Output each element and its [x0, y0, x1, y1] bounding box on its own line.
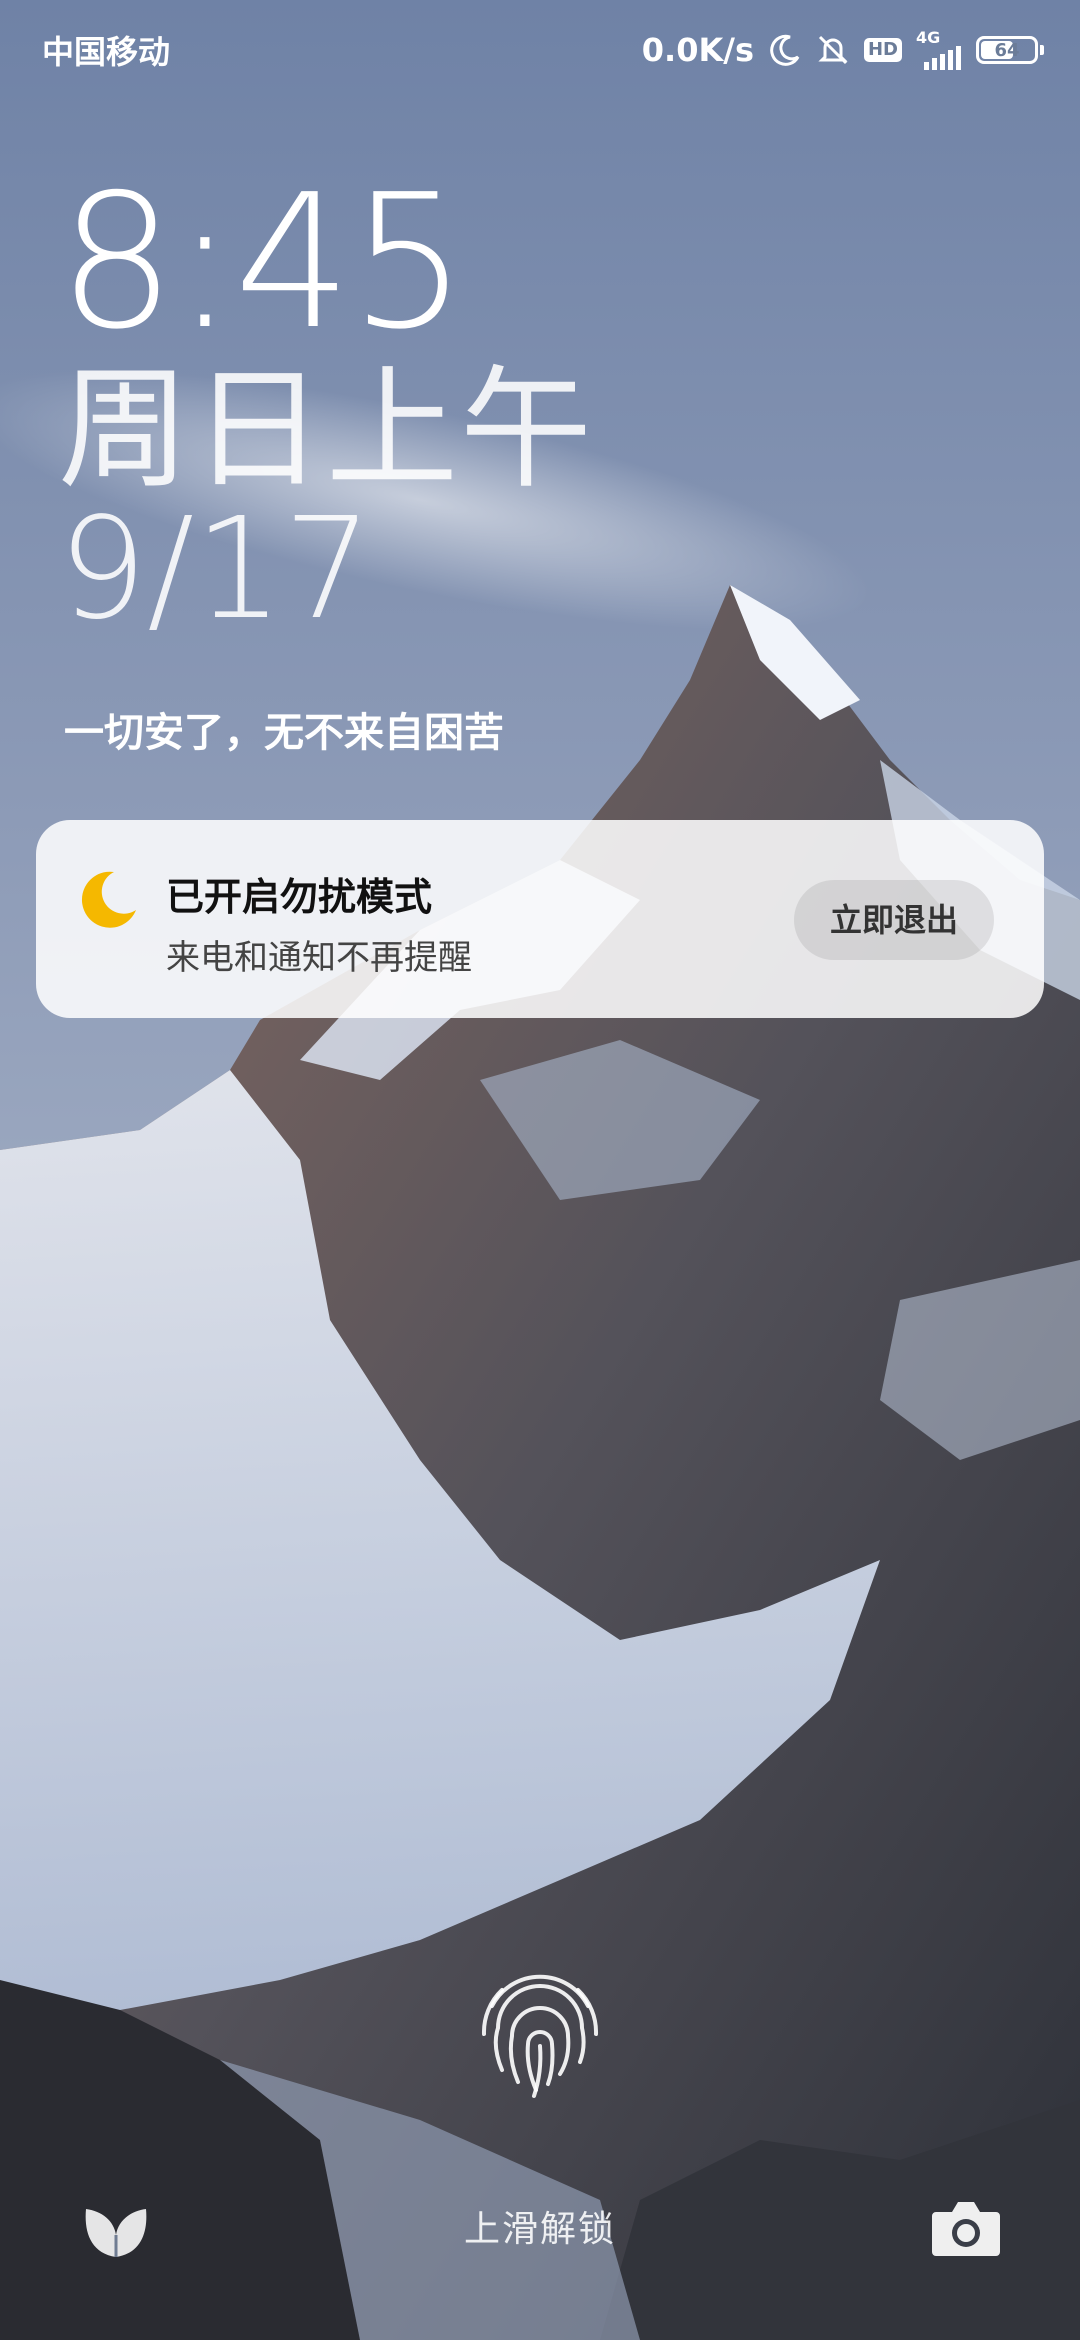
- unlock-hint: 上滑解锁: [463, 2209, 616, 2250]
- signal-icon: 4G: [916, 30, 962, 70]
- moon-icon: [76, 866, 142, 932]
- carrier-label: 中国移动: [42, 33, 171, 71]
- dnd-notification[interactable]: 已开启勿扰模式 来电和通知不再提醒 立即退出: [36, 820, 1044, 1018]
- exit-dnd-button[interactable]: 立即退出: [793, 880, 994, 960]
- clock-weekday: 周日上午: [58, 353, 594, 507]
- network-type: 4G: [916, 28, 941, 47]
- camera-icon[interactable]: [930, 2196, 1002, 2258]
- lockscreen-motto: 一切安了，无不来自困苦: [64, 710, 504, 756]
- status-icons: 0.0K/s HD 4G 64: [641, 30, 1044, 70]
- moon-icon: [768, 33, 802, 67]
- clock-date: 9/17: [58, 488, 373, 651]
- dnd-title: 已开启勿扰模式: [166, 875, 433, 919]
- hd-icon: HD: [863, 38, 902, 62]
- net-speed: 0.0K/s: [641, 31, 754, 69]
- dnd-subtitle: 来电和通知不再提醒: [166, 938, 472, 978]
- status-bar: 中国移动 0.0K/s HD 4G 64: [0, 0, 1080, 100]
- battery-icon: 64: [976, 36, 1044, 64]
- fingerprint-icon[interactable]: [462, 1950, 618, 2106]
- bell-mute-icon: [816, 33, 850, 67]
- battery-level: 64: [994, 39, 1020, 61]
- clock-time: 8:45: [58, 154, 467, 370]
